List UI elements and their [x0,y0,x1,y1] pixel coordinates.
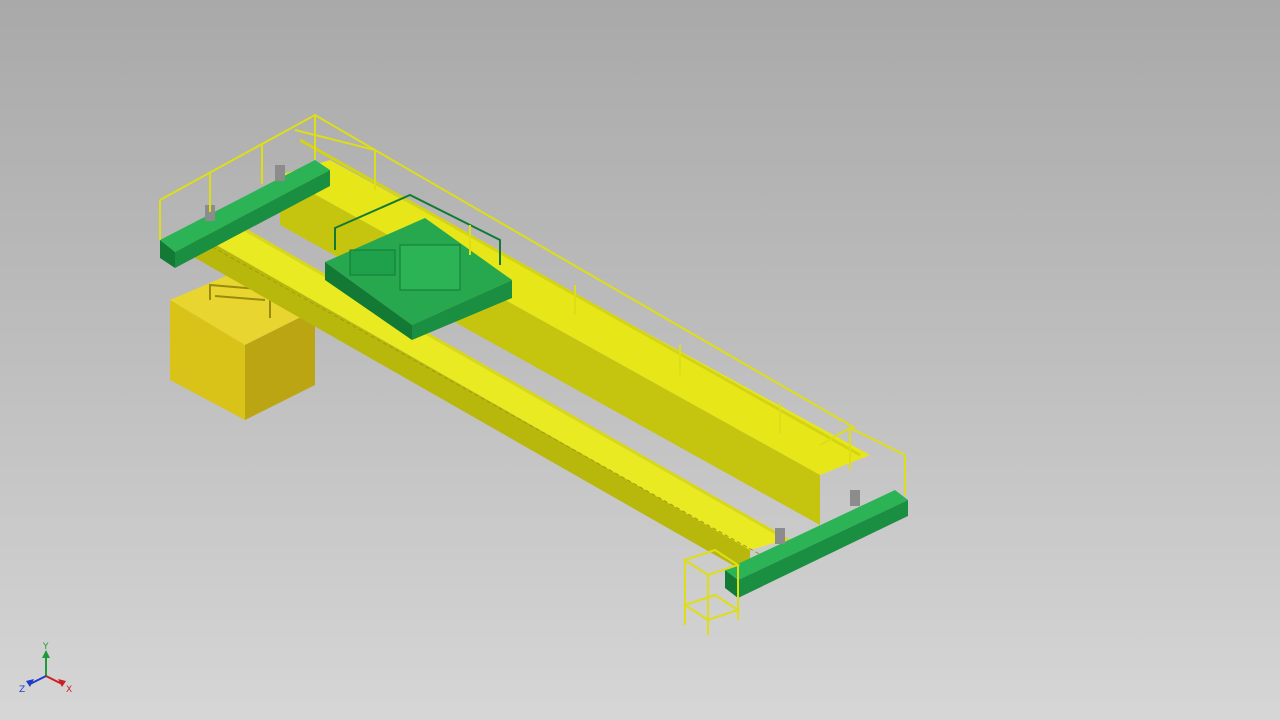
crane-model[interactable] [0,0,1280,720]
z-axis-label: Z [19,685,25,695]
x-axis-label: X [66,685,72,695]
y-axis-label: Y [42,642,49,652]
cad-viewport[interactable]: Y X Z [0,0,1280,720]
orientation-triad[interactable]: Y X Z [14,640,78,700]
